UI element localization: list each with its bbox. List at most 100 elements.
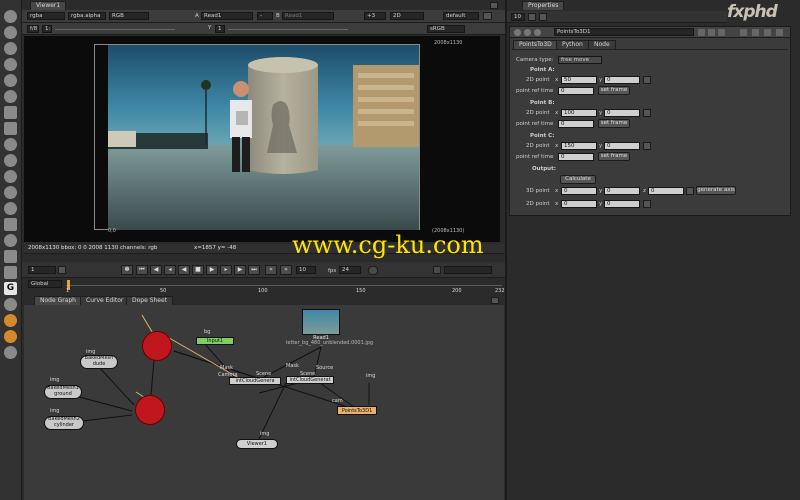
output-2d-anim-icon[interactable] xyxy=(643,200,651,208)
step-field[interactable]: 10 xyxy=(296,266,316,274)
gamma-slider[interactable] xyxy=(228,29,348,30)
scanline-node-top[interactable] xyxy=(142,331,172,361)
frame-range-field[interactable] xyxy=(444,266,492,274)
plugin-orange-icon[interactable] xyxy=(4,314,17,327)
calculate-button[interactable]: Calculate xyxy=(560,175,596,184)
views-icon[interactable] xyxy=(4,170,17,183)
point-b-x-field[interactable]: 100 xyxy=(561,109,597,117)
plugin-icon[interactable] xyxy=(4,298,17,311)
scanline-node-bottom[interactable] xyxy=(135,395,165,425)
point-a-x-field[interactable]: 50 xyxy=(561,76,597,84)
draw-icon[interactable] xyxy=(4,26,17,39)
color-chip-icon[interactable] xyxy=(740,29,747,36)
max-panels-field[interactable]: 10 xyxy=(511,13,525,21)
point-a-set-frame-button[interactable]: set frame xyxy=(598,86,630,95)
keyer-icon[interactable] xyxy=(4,106,17,119)
fstop-field[interactable]: f/8 xyxy=(27,25,39,33)
prev-frame-button[interactable]: ◂ xyxy=(164,265,176,275)
output-3d-anim-icon[interactable] xyxy=(686,187,694,195)
tab-node-graph[interactable]: Node Graph xyxy=(34,296,82,305)
input-b-select[interactable]: Read1 xyxy=(282,12,334,20)
nodegraph-close-icon[interactable] xyxy=(491,297,499,304)
pane-divider[interactable] xyxy=(505,0,507,500)
scope-select[interactable]: Global xyxy=(28,280,62,288)
output-2d-x-field[interactable]: 0 xyxy=(561,200,597,208)
deep-icon[interactable] xyxy=(4,218,17,231)
other-icon[interactable] xyxy=(4,250,17,263)
point-c-ref-field[interactable]: 0 xyxy=(558,153,594,161)
filter-icon[interactable] xyxy=(4,90,17,103)
color-icon[interactable] xyxy=(4,74,17,87)
play-back-button[interactable]: ◀ xyxy=(178,265,190,275)
prev-key-button[interactable]: ◀ xyxy=(150,265,162,275)
undo-icon[interactable] xyxy=(698,29,705,36)
camera-type-select[interactable]: free move xyxy=(558,56,602,64)
fstop-value-field[interactable]: 1:1 xyxy=(42,25,52,33)
tab-dope-sheet[interactable]: Dope Sheet xyxy=(126,296,174,305)
collapse-icon[interactable] xyxy=(514,29,521,36)
output-2d-y-field[interactable]: 0 xyxy=(604,200,640,208)
node-graph-canvas[interactable]: img BakedMesh dude img BakedMesh1 ground… xyxy=(24,305,504,500)
lock-panels-icon[interactable] xyxy=(528,13,536,21)
composite-op-select[interactable]: - xyxy=(257,12,273,20)
node-name-field[interactable]: PointsTo3D1 xyxy=(554,28,694,36)
float-icon[interactable] xyxy=(524,29,531,36)
viewer-close-icon[interactable] xyxy=(490,2,498,9)
plugin-orange2-icon[interactable] xyxy=(4,330,17,343)
viewer-settings-icon[interactable] xyxy=(483,12,492,20)
zoom-select[interactable]: +3 xyxy=(364,12,386,20)
first-frame-button[interactable]: ⏮ xyxy=(136,265,148,275)
lut-select[interactable]: default xyxy=(443,12,479,20)
last-frame-button[interactable]: ⏭ xyxy=(248,265,260,275)
next-key-button[interactable]: ▶ xyxy=(234,265,246,275)
point-b-y-field[interactable]: 0 xyxy=(604,109,640,117)
point-a-ref-field[interactable]: 0 xyxy=(558,87,594,95)
tab-properties[interactable]: Properties xyxy=(522,1,565,10)
tab-python[interactable]: Python xyxy=(556,40,589,49)
time-icon[interactable] xyxy=(4,42,17,55)
transform-icon[interactable] xyxy=(4,138,17,151)
3d-icon[interactable] xyxy=(4,154,17,167)
flipbook-icon[interactable] xyxy=(433,266,441,274)
redo-icon[interactable] xyxy=(708,29,715,36)
point-a-y-field[interactable]: 0 xyxy=(604,76,640,84)
current-frame-field[interactable]: 1 xyxy=(28,266,56,274)
view-mode-select[interactable]: 2D xyxy=(390,12,424,20)
lock-icon[interactable] xyxy=(58,266,66,274)
tab-viewer[interactable]: Viewer1 xyxy=(30,1,67,10)
point-c-y-field[interactable]: 0 xyxy=(604,142,640,150)
merge-icon[interactable] xyxy=(4,122,17,135)
stop-button[interactable]: ■ xyxy=(192,265,204,275)
gain-slider[interactable] xyxy=(55,29,175,30)
generate-axis-button[interactable]: generate axis xyxy=(696,186,736,195)
point-b-picker-icon[interactable] xyxy=(643,109,651,117)
loop-icon[interactable] xyxy=(368,266,378,275)
output-3d-x-field[interactable]: 0 xyxy=(561,187,597,195)
tab-node[interactable]: Node xyxy=(588,40,616,49)
next-frame-button[interactable]: ▸ xyxy=(220,265,232,275)
input-a-select[interactable]: Read1 xyxy=(201,12,253,20)
point-a-picker-icon[interactable] xyxy=(643,76,651,84)
point-b-ref-field[interactable]: 0 xyxy=(558,120,594,128)
point-c-set-frame-button[interactable]: set frame xyxy=(598,152,630,161)
colorspace-select[interactable]: RGB xyxy=(109,12,149,20)
output-3d-z-field[interactable]: 0 xyxy=(648,187,684,195)
gizmo-logo-icon[interactable]: G xyxy=(4,282,17,295)
point-b-set-frame-button[interactable]: set frame xyxy=(598,119,630,128)
channels-select[interactable]: rgba xyxy=(27,12,65,20)
furnace-icon[interactable] xyxy=(4,266,17,279)
tab-curve-editor[interactable]: Curve Editor xyxy=(80,296,130,305)
play-forward-button[interactable]: ▶ xyxy=(206,265,218,275)
read-node[interactable] xyxy=(302,309,340,335)
point-c-picker-icon[interactable] xyxy=(643,142,651,150)
skip-forward-button[interactable]: » xyxy=(280,265,292,275)
timeline-track[interactable] xyxy=(66,285,502,286)
cache-button[interactable]: ✽ xyxy=(121,265,133,275)
point-c-x-field[interactable]: 150 xyxy=(561,142,597,150)
close-panel-icon[interactable] xyxy=(776,29,783,36)
tab-pointsto3d[interactable]: PointsTo3D xyxy=(513,40,558,49)
toolsets-icon[interactable] xyxy=(4,234,17,247)
help-icon[interactable] xyxy=(752,29,759,36)
metadata-icon[interactable] xyxy=(4,186,17,199)
skip-back-button[interactable]: « xyxy=(265,265,277,275)
